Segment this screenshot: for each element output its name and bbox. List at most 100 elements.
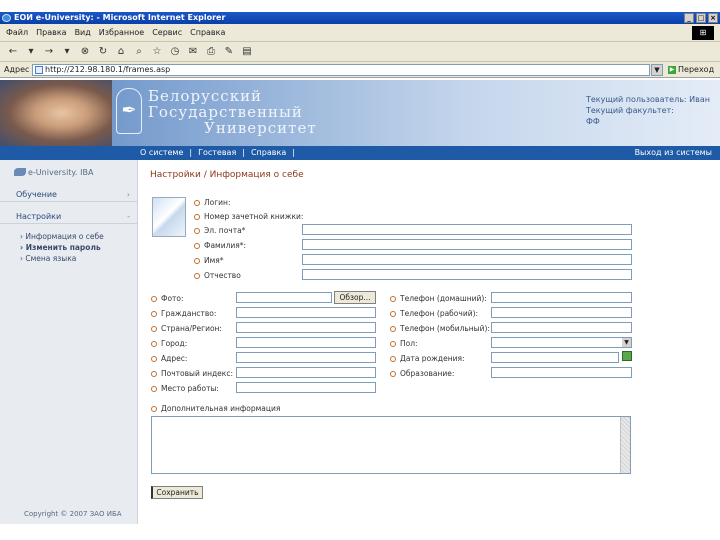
phone-home-field[interactable] bbox=[491, 292, 632, 303]
phone-home-label: Телефон (домашний): bbox=[390, 294, 487, 303]
record-book-label: Номер зачетной книжки: bbox=[194, 212, 303, 221]
email-field[interactable] bbox=[302, 224, 632, 235]
dropdown-icon[interactable]: ▾ bbox=[24, 45, 38, 59]
sidebar-brand: e-University. IBA bbox=[14, 168, 93, 177]
menu-favorites[interactable]: Избранное bbox=[99, 24, 144, 42]
windows-logo-icon: ⊞ bbox=[692, 26, 714, 40]
postal-label: Почтовый индекс: bbox=[151, 369, 233, 378]
address-label: Адрес: bbox=[151, 354, 187, 363]
nav-guest[interactable]: Гостевая bbox=[198, 146, 236, 160]
sidebar-subitem-language[interactable]: › Смена языка bbox=[20, 254, 76, 263]
additional-info-textarea[interactable] bbox=[151, 416, 631, 474]
page-icon bbox=[35, 66, 43, 74]
page-title: Настройки / Информация о себе bbox=[150, 170, 304, 180]
site-header: ✒ Белорусский Государственный Университе… bbox=[0, 80, 720, 146]
go-button[interactable]: ▶ Переход bbox=[668, 64, 714, 76]
birthdate-field[interactable] bbox=[491, 352, 619, 363]
citizenship-field[interactable] bbox=[236, 307, 376, 318]
menu-help[interactable]: Справка bbox=[190, 24, 225, 42]
address-field[interactable] bbox=[236, 352, 376, 363]
home-icon[interactable]: ⌂ bbox=[114, 45, 128, 59]
history-icon[interactable]: ◷ bbox=[168, 45, 182, 59]
phone-mobile-label: Телефон (мобильный): bbox=[390, 324, 490, 333]
postal-field[interactable] bbox=[236, 367, 376, 378]
favorites-icon[interactable]: ☆ bbox=[150, 45, 164, 59]
header-user-info: Текущий пользователь: Иван Текущий факул… bbox=[586, 94, 710, 127]
university-emblem-icon: ✒ bbox=[116, 88, 142, 134]
avatar bbox=[152, 197, 186, 237]
go-label: Переход bbox=[678, 65, 715, 74]
main-content: Настройки / Информация о себе Логин: Ном… bbox=[140, 160, 720, 524]
logout-link[interactable]: Выход из системы bbox=[635, 146, 712, 160]
menu-tools[interactable]: Сервис bbox=[152, 24, 182, 42]
refresh-icon[interactable]: ↻ bbox=[96, 45, 110, 59]
email-label: Эл. почта* bbox=[194, 226, 245, 235]
workplace-field[interactable] bbox=[236, 382, 376, 393]
chevron-right-icon: › bbox=[126, 190, 130, 199]
menu-file[interactable]: Файл bbox=[6, 24, 28, 42]
sidebar: e-University. IBA Обучение › Настройки -… bbox=[0, 160, 138, 524]
menu-edit[interactable]: Правка bbox=[36, 24, 66, 42]
window-title: ЕОИ e-University: - Microsoft Internet E… bbox=[14, 13, 226, 22]
phone-mobile-field[interactable] bbox=[491, 322, 632, 333]
workplace-label: Место работы: bbox=[151, 384, 219, 393]
address-input[interactable]: http://212.98.180.1/frames.asp bbox=[32, 64, 650, 76]
current-faculty: ФФ bbox=[585, 117, 600, 126]
textarea-scrollbar[interactable] bbox=[620, 417, 630, 473]
address-url: http://212.98.180.1/frames.asp bbox=[45, 65, 171, 74]
stop-icon[interactable]: ⊗ bbox=[78, 45, 92, 59]
ie-icon bbox=[2, 14, 11, 22]
copyright: Copyright © 2007 ЗАО ИБА bbox=[24, 510, 122, 518]
address-label: Адрес bbox=[4, 65, 30, 74]
back-icon[interactable]: ← bbox=[6, 45, 20, 59]
window-controls: _ □ × bbox=[684, 13, 718, 23]
education-field[interactable] bbox=[491, 367, 632, 378]
additional-info-label: Дополнительная информация bbox=[151, 404, 280, 413]
close-button[interactable]: × bbox=[708, 13, 718, 23]
address-dropdown-icon[interactable]: ▼ bbox=[651, 64, 663, 76]
sidebar-subitem-password[interactable]: › Изменить пароль bbox=[20, 243, 101, 252]
search-icon[interactable]: ⌕ bbox=[132, 45, 146, 59]
gender-select[interactable]: ▼ bbox=[491, 337, 632, 348]
phone-work-field[interactable] bbox=[491, 307, 632, 318]
lastname-field[interactable] bbox=[302, 239, 632, 250]
calendar-icon[interactable] bbox=[622, 351, 632, 361]
patronymic-field[interactable] bbox=[302, 269, 632, 280]
university-name: Белорусский Государственный Университет bbox=[148, 88, 317, 136]
print-icon[interactable]: ⎙ bbox=[204, 45, 218, 59]
browser-toolbar: ← ▾ → ▾ ⊗ ↻ ⌂ ⌕ ☆ ◷ ✉ ⎙ ✎ ▤ bbox=[0, 42, 720, 62]
minimize-button[interactable]: _ bbox=[684, 13, 694, 23]
country-field[interactable] bbox=[236, 322, 376, 333]
uni-line-1: Белорусский bbox=[148, 87, 263, 105]
sidebar-item-learning[interactable]: Обучение › bbox=[0, 188, 138, 202]
patronymic-label: Отчество bbox=[194, 271, 241, 280]
window-titlebar: ЕОИ e-University: - Microsoft Internet E… bbox=[0, 12, 720, 24]
brand-logo-icon bbox=[14, 168, 26, 176]
city-label: Город: bbox=[151, 339, 187, 348]
city-field[interactable] bbox=[236, 337, 376, 348]
menu-view[interactable]: Вид bbox=[75, 24, 91, 42]
browse-button[interactable]: Обзор... bbox=[334, 291, 376, 304]
gender-label: Пол: bbox=[390, 339, 418, 348]
save-button[interactable]: Сохранить bbox=[151, 486, 203, 499]
photo-label: Фото: bbox=[151, 294, 184, 303]
education-label: Образование: bbox=[390, 369, 454, 378]
nav-about[interactable]: О системе bbox=[140, 146, 183, 160]
mail-icon[interactable]: ✉ bbox=[186, 45, 200, 59]
edit-icon[interactable]: ✎ bbox=[222, 45, 236, 59]
nav-help[interactable]: Справка bbox=[251, 146, 286, 160]
menu-bar: Файл Правка Вид Избранное Сервис Справка… bbox=[0, 24, 720, 42]
nav-bar: О системе | Гостевая | Справка | Выход из с… bbox=[0, 146, 720, 160]
discuss-icon[interactable]: ▤ bbox=[240, 45, 254, 59]
phone-work-label: Телефон (рабочий): bbox=[390, 309, 478, 318]
login-label: Логин: bbox=[194, 198, 230, 207]
sidebar-item-settings[interactable]: Настройки - bbox=[0, 210, 138, 224]
chevron-down-icon: - bbox=[127, 212, 130, 221]
photo-field[interactable] bbox=[236, 292, 332, 303]
forward-icon[interactable]: → bbox=[42, 45, 56, 59]
firstname-field[interactable] bbox=[302, 254, 632, 265]
dropdown-icon[interactable]: ▾ bbox=[60, 45, 74, 59]
maximize-button[interactable]: □ bbox=[696, 13, 706, 23]
current-user: Текущий пользователь: Иван bbox=[585, 95, 710, 104]
sidebar-subitem-profile[interactable]: › Информация о себе bbox=[20, 232, 104, 241]
